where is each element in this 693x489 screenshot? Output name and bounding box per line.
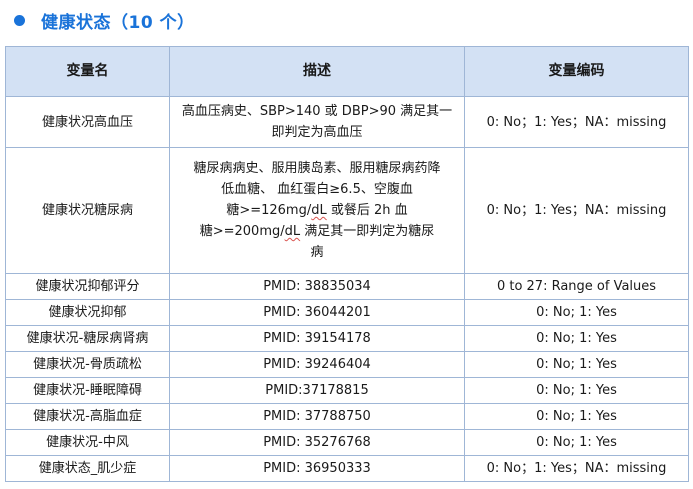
table-row: 健康状况-糖尿病肾病 PMID: 39154178 0: No; 1: Yes [5,325,689,352]
table-row: 健康状况抑郁 PMID: 36044201 0: No; 1: Yes [5,299,689,326]
cell-description: PMID: 36044201 [169,299,465,326]
header-description: 描述 [169,46,465,97]
cell-variable-name: 健康状态_肌少症 [5,455,170,482]
table-row: 健康状况-高脂血症 PMID: 37788750 0: No; 1: Yes [5,403,689,430]
cell-variable-name: 健康状况-高脂血症 [5,403,170,430]
cell-description: PMID: 35276768 [169,429,465,456]
cell-variable-coding: 0: No; 1: Yes [464,377,689,404]
cell-variable-coding: 0: No; 1: Yes [464,325,689,352]
cell-variable-name: 健康状况抑郁 [5,299,170,326]
health-status-table: 变量名 描述 变量编码 健康状况高血压 高血压病史、SBP>140 或 DBP>… [5,46,689,482]
table-row: 健康状况抑郁评分 PMID: 38835034 0 to 27: Range o… [5,273,689,300]
description-text: 高血压病史、SBP>140 或 DBP>90 满足其一即判定为高血压 [181,104,453,140]
cell-description: PMID: 37788750 [169,403,465,430]
cell-variable-name: 健康状况-睡眠障碍 [5,377,170,404]
bullet-dot-icon [14,14,25,26]
table-row: 健康状况-骨质疏松 PMID: 39246404 0: No; 1: Yes [5,351,689,378]
table-row: 健康状态_肌少症 PMID: 36950333 0: No；1: Yes；NA：… [5,455,689,482]
cell-variable-coding: 0: No; 1: Yes [464,299,689,326]
cell-variable-name: 健康状况高血压 [5,96,170,148]
description-line: 糖尿病病史、服用胰岛素、服用糖尿病药降 [193,161,441,176]
cell-variable-coding: 0: No; 1: Yes [464,351,689,378]
table-row: 健康状况-睡眠障碍 PMID:37178815 0: No; 1: Yes [5,377,689,404]
cell-variable-coding: 0: No；1: Yes；NA：missing [464,96,689,148]
description-line: 糖>=200mg/dL 满足其一即判定为糖尿 [199,224,435,239]
section-heading: 健康状态（10 个） [8,0,195,40]
cell-variable-name: 健康状况糖尿病 [5,147,170,274]
header-variable-coding: 变量编码 [464,46,689,97]
cell-variable-name: 健康状况-骨质疏松 [5,351,170,378]
cell-variable-coding: 0: No; 1: Yes [464,403,689,430]
cell-description: PMID: 36950333 [169,455,465,482]
header-variable-name: 变量名 [5,46,170,97]
description-line: 糖>=126mg/dL 或餐后 2h 血 [226,203,408,218]
cell-variable-coding: 0: No；1: Yes；NA：missing [464,147,689,274]
section-title: 健康状态（10 个） [41,12,195,33]
table-header-row: 变量名 描述 变量编码 [5,46,689,97]
cell-variable-coding: 0: No; 1: Yes [464,429,689,456]
table-row: 健康状况-中风 PMID: 35276768 0: No; 1: Yes [5,429,689,456]
table-row: 健康状况糖尿病 糖尿病病史、服用胰岛素、服用糖尿病药降 低血糖、 血红蛋白≥6.… [5,147,689,274]
cell-variable-name: 健康状况-中风 [5,429,170,456]
cell-description: 高血压病史、SBP>140 或 DBP>90 满足其一即判定为高血压 [169,96,465,148]
cell-description: PMID: 39154178 [169,325,465,352]
cell-description: PMID:37178815 [169,377,465,404]
table-row: 健康状况高血压 高血压病史、SBP>140 或 DBP>90 满足其一即判定为高… [5,96,689,148]
cell-description: PMID: 38835034 [169,273,465,300]
cell-variable-coding: 0 to 27: Range of Values [464,273,689,300]
cell-description: 糖尿病病史、服用胰岛素、服用糖尿病药降 低血糖、 血红蛋白≥6.5、空腹血 糖>… [169,147,465,274]
cell-variable-coding: 0: No；1: Yes；NA：missing [464,455,689,482]
cell-description: PMID: 39246404 [169,351,465,378]
cell-variable-name: 健康状况抑郁评分 [5,273,170,300]
cell-variable-name: 健康状况-糖尿病肾病 [5,325,170,352]
description-line: 低血糖、 血红蛋白≥6.5、空腹血 [221,182,413,197]
description-line: 病 [310,245,324,260]
